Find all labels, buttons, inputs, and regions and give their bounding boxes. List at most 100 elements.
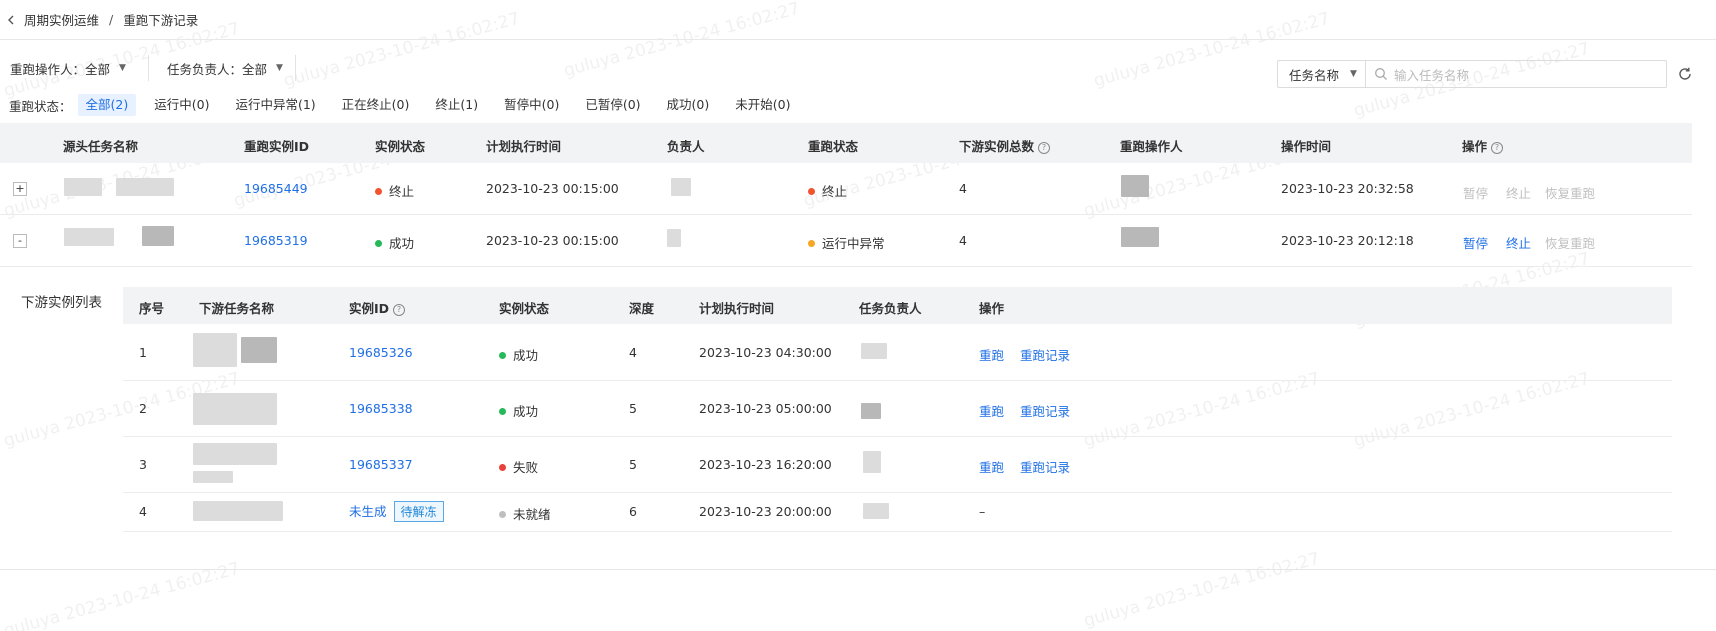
tab-terminated[interactable]: 终止(1) [427, 94, 486, 116]
status-dot [375, 188, 382, 195]
instance-status: 成功 [499, 345, 538, 364]
col-instance-status: 实例状态 [375, 139, 426, 154]
instance-id-not-generated: 未生成 [349, 504, 387, 519]
plan-time: 2023-10-23 00:15:00 [486, 181, 619, 196]
terminate-button[interactable]: 终止 [1506, 233, 1531, 252]
pause-button[interactable]: 暂停 [1463, 183, 1488, 202]
blurred-task-name [64, 228, 114, 246]
pause-button[interactable]: 暂停 [1463, 233, 1488, 252]
row-index: 1 [139, 345, 147, 360]
rerun-button[interactable]: 重跑 [979, 401, 1004, 420]
divider [147, 55, 149, 81]
tab-terminating[interactable]: 正在终止(0) [334, 94, 418, 116]
refresh-icon[interactable] [1677, 66, 1693, 82]
blurred-owner [861, 343, 887, 359]
rerun-status: 运行中异常 [808, 233, 885, 252]
instance-status-text: 成功 [513, 404, 539, 419]
tab-success[interactable]: 成功(0) [659, 94, 718, 116]
instance-id-link[interactable]: 19685337 [349, 457, 413, 472]
col-actions: 操作? [1462, 136, 1504, 155]
search-icon [1375, 68, 1387, 80]
owner-filter-value: 全部 [241, 61, 267, 77]
search-area: 任务名称 ▼ 输入任务名称 [1277, 60, 1693, 88]
col-actions: 操作 [979, 301, 1005, 316]
blurred-task-name [193, 393, 277, 425]
col-downstream-task-name: 下游任务名称 [199, 301, 275, 316]
tab-running[interactable]: 运行中(0) [146, 94, 217, 116]
col-rerun-status: 重跑状态 [808, 139, 859, 154]
blurred-owner [667, 229, 681, 247]
status-dot [808, 188, 815, 195]
blurred-task-name [193, 443, 277, 465]
collapse-button[interactable]: - [13, 234, 27, 248]
rerun-button[interactable]: 重跑 [979, 457, 1004, 476]
breadcrumb-parent[interactable]: 周期实例运维 [24, 10, 99, 29]
rerun-instance-id-link[interactable]: 19685319 [244, 233, 308, 248]
owner-filter[interactable]: 任务负责人： 全部 ▼ [167, 59, 283, 78]
resume-rerun-button[interactable]: 恢复重跑 [1545, 233, 1595, 252]
col-rerun-operator: 重跑操作人 [1120, 139, 1183, 154]
blurred-task-name [193, 501, 283, 521]
status-dot [499, 408, 506, 415]
expand-button[interactable]: + [13, 182, 27, 196]
col-owner: 负责人 [667, 139, 705, 154]
blurred-task-name [193, 333, 237, 367]
terminate-button[interactable]: 终止 [1506, 183, 1531, 202]
instance-status: 成功 [499, 401, 538, 420]
col-downstream-total-label: 下游实例总数 [959, 139, 1035, 154]
blurred-task-name [64, 178, 102, 196]
downstream-list-title: 下游实例列表 [21, 295, 102, 311]
rerun-records-link[interactable]: 重跑记录 [1020, 457, 1070, 476]
rerun-status-text: 终止 [822, 184, 848, 199]
table-row: + 19685449 终止 2023-10-23 00:15:00 终止 4 2… [0, 163, 1692, 215]
chevron-left-icon[interactable] [4, 13, 18, 27]
rerun-instance-id-link[interactable]: 19685449 [244, 181, 308, 196]
filter-bar: 重跑操作人： 全部 ▼ 任务负责人： 全部 ▼ [10, 52, 314, 84]
instance-id-link[interactable]: 19685326 [349, 345, 413, 360]
rerun-status-label: 重跑状态： [9, 98, 72, 114]
search-field-select[interactable]: 任务名称 ▼ [1277, 60, 1366, 88]
depth: 5 [629, 401, 637, 416]
rerun-status-text: 运行中异常 [822, 236, 885, 251]
caret-down-icon: ▼ [1350, 69, 1357, 79]
instance-id-link[interactable]: 19685338 [349, 401, 413, 416]
pending-unfreeze-badge: 待解冻 [393, 501, 444, 522]
help-icon[interactable]: ? [393, 304, 406, 316]
blurred-owner [863, 503, 889, 519]
rerun-records-link[interactable]: 重跑记录 [1020, 401, 1070, 420]
instance-status: 失败 [499, 457, 538, 476]
help-icon[interactable]: ? [1038, 142, 1051, 154]
table-row: 1 19685326 成功 4 2023-10-23 04:30:00 重跑 重… [123, 324, 1672, 381]
search-input[interactable]: 输入任务名称 [1366, 60, 1667, 88]
op-time: 2023-10-23 20:32:58 [1281, 181, 1414, 196]
status-dot [375, 240, 382, 247]
resume-rerun-button[interactable]: 恢复重跑 [1545, 183, 1595, 202]
plan-time: 2023-10-23 00:15:00 [486, 233, 619, 248]
depth: 5 [629, 457, 637, 472]
watermark-text: guluya 2023-10-24 16:02:27 [1081, 548, 1322, 631]
rerun-button[interactable]: 重跑 [979, 345, 1004, 364]
col-instance-id-label: 实例ID [349, 301, 390, 316]
blurred-task-name [142, 226, 174, 246]
row-index: 3 [139, 457, 147, 472]
help-icon[interactable]: ? [1491, 142, 1504, 154]
plan-time: 2023-10-23 16:20:00 [699, 457, 832, 472]
tab-paused[interactable]: 已暂停(0) [577, 94, 648, 116]
blurred-owner [863, 451, 881, 473]
breadcrumb-current: 重跑下游记录 [123, 13, 199, 28]
instance-status: 终止 [375, 181, 414, 200]
tab-not-started[interactable]: 未开始(0) [727, 94, 798, 116]
operator-filter[interactable]: 重跑操作人： 全部 ▼ [10, 59, 126, 78]
blurred-task-name [116, 178, 174, 196]
table-row: 2 19685338 成功 5 2023-10-23 05:00:00 重跑 重… [123, 381, 1672, 437]
tab-running-abnormal[interactable]: 运行中异常(1) [227, 94, 323, 116]
tab-pausing[interactable]: 暂停中(0) [496, 94, 567, 116]
instance-status-text: 成功 [513, 348, 539, 363]
instance-id: 未生成 待解冻 [349, 501, 444, 522]
search-placeholder: 输入任务名称 [1394, 67, 1470, 83]
downstream-total: 4 [959, 181, 967, 196]
blurred-owner [671, 178, 691, 196]
tab-all[interactable]: 全部(2) [77, 94, 137, 116]
rerun-records-link[interactable]: 重跑记录 [1020, 345, 1070, 364]
col-instance-id: 实例ID? [349, 298, 406, 317]
